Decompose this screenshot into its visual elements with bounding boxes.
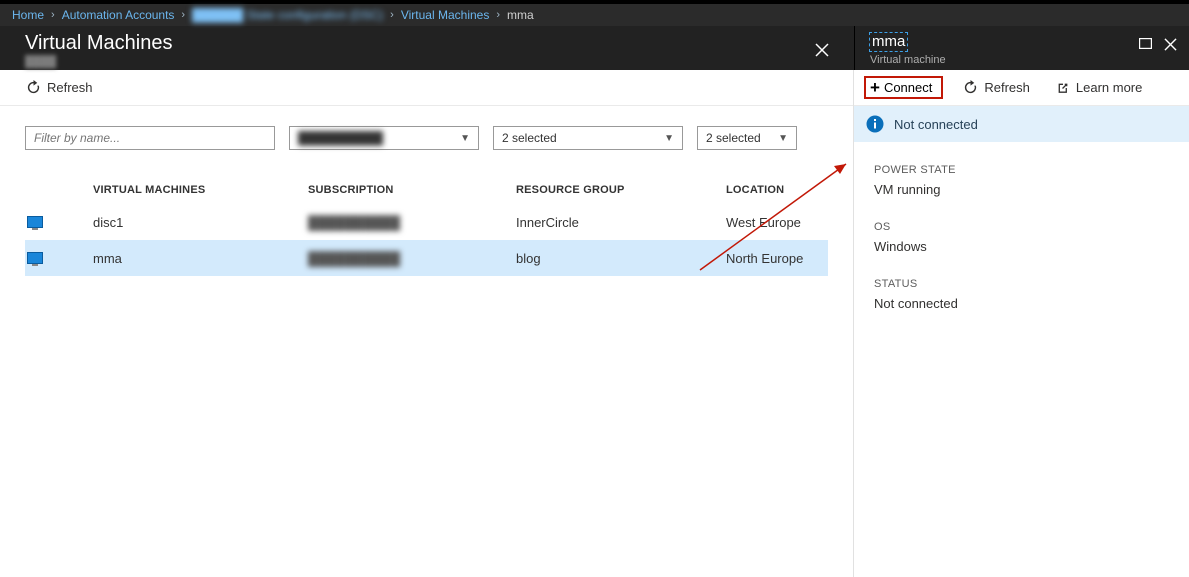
maximize-button[interactable] bbox=[1139, 38, 1152, 51]
vm-icon bbox=[27, 252, 43, 264]
prop-status-value: Not connected bbox=[874, 296, 1169, 311]
page-title: Virtual Machines bbox=[25, 32, 172, 55]
cell-vm-name: mma bbox=[93, 251, 308, 266]
right-pane-header: mma Virtual machine bbox=[854, 26, 1189, 70]
filter-location-value: 2 selected bbox=[706, 131, 761, 145]
cell-vm-name: disc1 bbox=[93, 215, 308, 230]
property-list: POWER STATE VM running OS Windows STATUS… bbox=[854, 142, 1189, 357]
col-header-vm[interactable]: VIRTUAL MACHINES bbox=[93, 184, 308, 196]
chevron-right-icon: › bbox=[181, 9, 185, 21]
table-row[interactable]: mma ██████████ blog North Europe bbox=[25, 240, 828, 276]
connect-button[interactable]: + Connect bbox=[864, 76, 943, 99]
prop-power-state-value: VM running bbox=[874, 182, 1169, 197]
status-banner-text: Not connected bbox=[894, 117, 978, 132]
chevron-right-icon: › bbox=[51, 9, 55, 21]
detail-title: mma bbox=[869, 32, 908, 52]
table-header: VIRTUAL MACHINES SUBSCRIPTION RESOURCE G… bbox=[25, 176, 828, 204]
detail-subtitle: Virtual machine bbox=[870, 54, 946, 66]
prop-os-value: Windows bbox=[874, 239, 1169, 254]
left-pane-header: Virtual Machines ████ bbox=[0, 26, 854, 70]
learn-more-link[interactable]: Learn more bbox=[1050, 76, 1148, 99]
vm-detail-pane: + Connect Refresh Learn more Not connect… bbox=[854, 70, 1189, 577]
chevron-down-icon: ▼ bbox=[778, 133, 788, 144]
close-left-pane-button[interactable] bbox=[808, 36, 836, 64]
chevron-right-icon: › bbox=[496, 9, 500, 21]
prop-power-state-label: POWER STATE bbox=[874, 164, 1169, 176]
cell-resource-group: blog bbox=[516, 251, 726, 266]
cell-location: North Europe bbox=[726, 251, 828, 266]
learn-more-label: Learn more bbox=[1076, 80, 1142, 95]
breadcrumb-home[interactable]: Home bbox=[12, 8, 44, 22]
filter-resource-group-value: 2 selected bbox=[502, 131, 557, 145]
breadcrumb-current: mma bbox=[507, 8, 534, 22]
col-header-location[interactable]: LOCATION bbox=[726, 184, 828, 196]
prop-os-label: OS bbox=[874, 221, 1169, 233]
refresh-detail-button[interactable]: Refresh bbox=[957, 76, 1036, 99]
filter-location-dropdown[interactable]: 2 selected ▼ bbox=[697, 126, 797, 150]
status-banner: Not connected bbox=[854, 106, 1189, 142]
cell-subscription: ██████████ bbox=[308, 215, 516, 230]
connect-label: Connect bbox=[884, 80, 932, 95]
close-icon bbox=[815, 43, 829, 57]
filter-resource-group-dropdown[interactable]: 2 selected ▼ bbox=[493, 126, 683, 150]
breadcrumb-virtual-machines[interactable]: Virtual Machines bbox=[401, 8, 490, 22]
chevron-right-icon: › bbox=[390, 9, 394, 21]
breadcrumb: Home › Automation Accounts › ██████ Stat… bbox=[0, 4, 1189, 26]
close-icon bbox=[1164, 38, 1177, 51]
page-subtitle: ████ bbox=[25, 56, 56, 68]
filter-row: ██████████ ▼ 2 selected ▼ 2 selected ▼ bbox=[0, 106, 853, 154]
prop-status-label: STATUS bbox=[874, 278, 1169, 290]
filter-subscription-value: ██████████ bbox=[298, 131, 383, 145]
left-command-bar: Refresh bbox=[0, 70, 853, 106]
refresh-button[interactable]: Refresh bbox=[20, 76, 99, 99]
refresh-icon bbox=[963, 80, 978, 95]
plus-icon: + bbox=[870, 81, 880, 95]
breadcrumb-state-configuration[interactable]: ██████ State configuration (DSC) bbox=[192, 8, 383, 22]
cell-subscription: ██████████ bbox=[308, 251, 516, 266]
virtual-machines-list-pane: Refresh ██████████ ▼ 2 selected ▼ 2 sele… bbox=[0, 70, 854, 577]
cell-location: West Europe bbox=[726, 215, 828, 230]
maximize-icon bbox=[1139, 38, 1152, 49]
info-icon bbox=[866, 115, 884, 133]
refresh-label: Refresh bbox=[47, 80, 93, 95]
refresh-icon bbox=[26, 80, 41, 95]
cell-resource-group: InnerCircle bbox=[516, 215, 726, 230]
table-row[interactable]: disc1 ██████████ InnerCircle West Europe bbox=[25, 204, 828, 240]
vm-table: VIRTUAL MACHINES SUBSCRIPTION RESOURCE G… bbox=[0, 176, 853, 276]
refresh-label: Refresh bbox=[984, 80, 1030, 95]
filter-name-input[interactable] bbox=[25, 126, 275, 150]
col-header-resource-group[interactable]: RESOURCE GROUP bbox=[516, 184, 726, 196]
chevron-down-icon: ▼ bbox=[664, 133, 674, 144]
external-link-icon bbox=[1056, 81, 1070, 95]
close-right-pane-button[interactable] bbox=[1164, 38, 1177, 51]
vm-icon bbox=[27, 216, 43, 228]
right-command-bar: + Connect Refresh Learn more bbox=[854, 70, 1189, 106]
col-header-subscription[interactable]: SUBSCRIPTION bbox=[308, 184, 516, 196]
breadcrumb-automation-accounts[interactable]: Automation Accounts bbox=[62, 8, 175, 22]
chevron-down-icon: ▼ bbox=[460, 133, 470, 144]
filter-subscription-dropdown[interactable]: ██████████ ▼ bbox=[289, 126, 479, 150]
